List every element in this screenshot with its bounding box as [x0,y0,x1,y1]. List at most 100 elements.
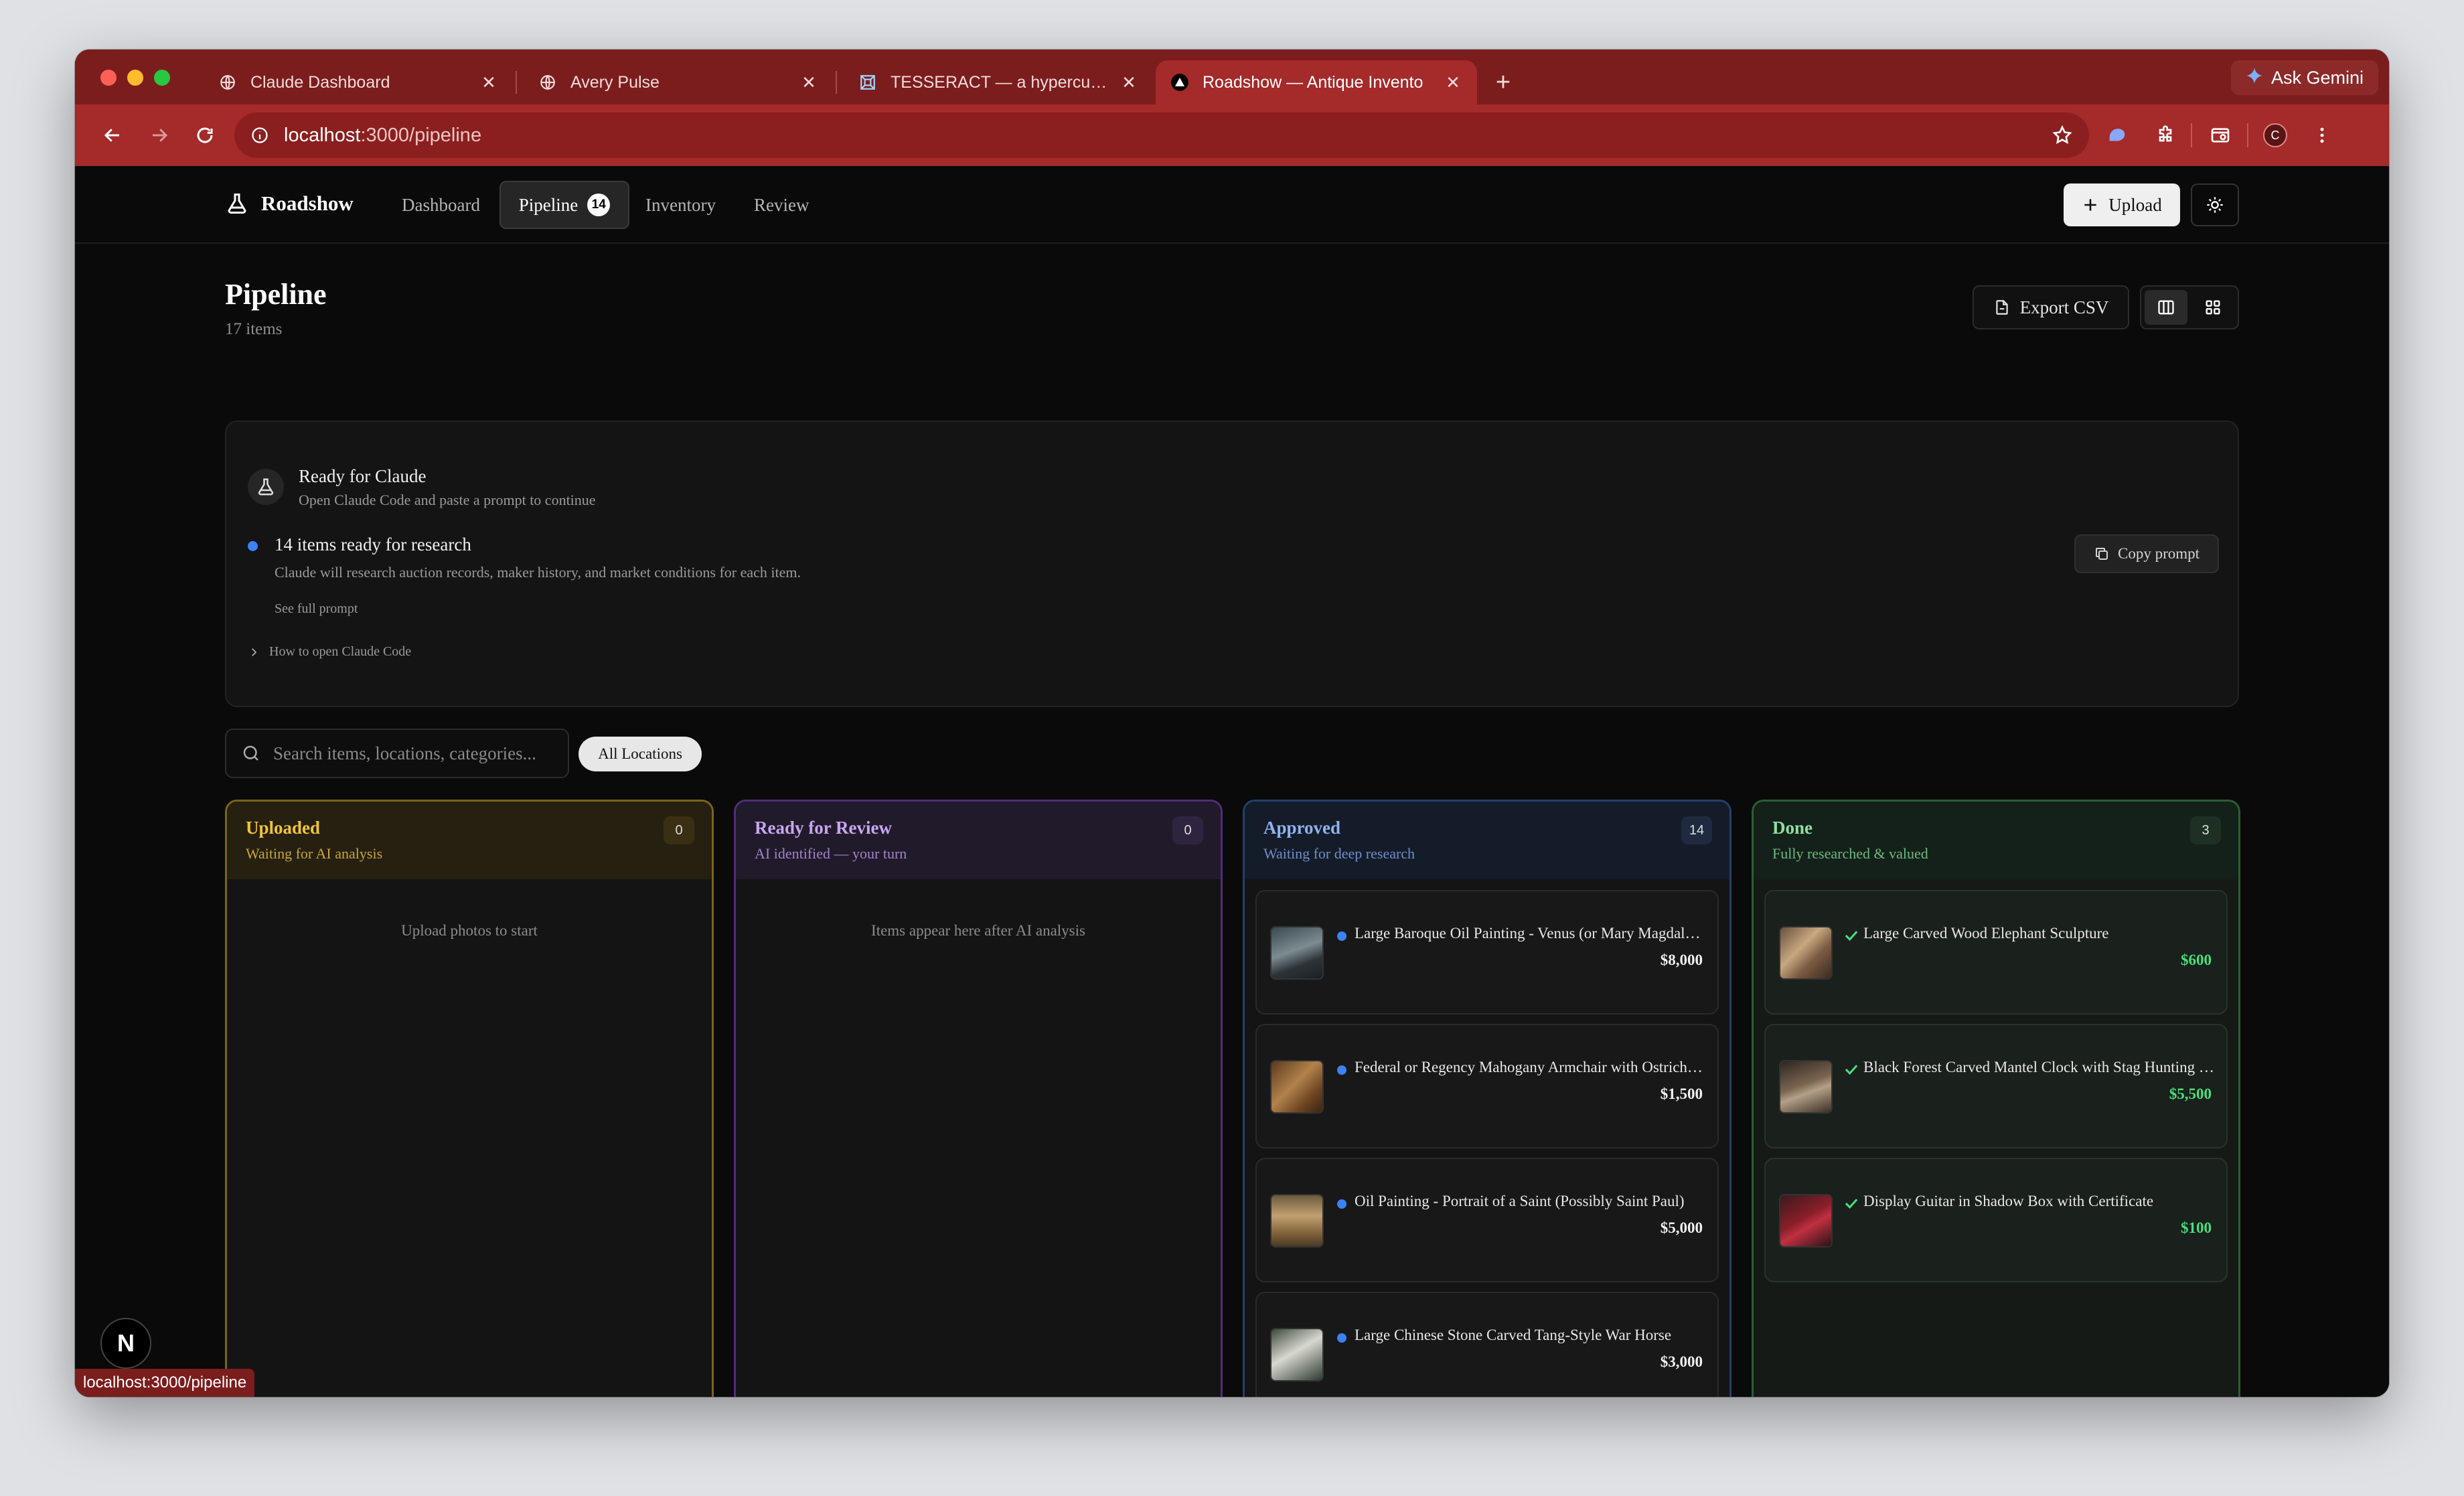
item-thumbnail [1779,926,1833,980]
claude-ready-card: Ready for Claude Open Claude Code and pa… [225,421,2239,707]
column-body: Upload photos to start [227,879,712,1397]
column-subtitle: Waiting for AI analysis [246,845,383,862]
check-icon [1845,1199,1858,1209]
copy-prompt-button[interactable]: Copy prompt [2074,534,2219,573]
browser-tab[interactable]: Claude Dashboard ✕ [204,60,513,104]
board-view-button[interactable] [2145,290,2187,325]
minimize-window-button[interactable] [127,70,143,86]
column-count: 3 [2190,816,2221,844]
check-icon [1845,1065,1858,1075]
export-csv-button[interactable]: Export CSV [1973,285,2129,329]
column-body: Large Baroque Oil Painting - Venus (or M… [1245,879,1729,1397]
hypercube-icon [858,73,877,92]
item-name: Federal or Regency Mahogany Armchair wit… [1355,1059,1705,1075]
globe-icon [218,73,237,92]
item-price: $600 [2181,952,2212,968]
browser-window: Claude Dashboard ✕ Avery Pulse ✕ TESSERA… [75,50,2389,1397]
reload-button[interactable] [187,118,222,153]
search-box [225,729,569,778]
item-price: $5,500 [2169,1086,2212,1102]
item-card[interactable]: Black Forest Carved Mantel Clock with St… [1764,1024,2228,1148]
columns-icon [2158,300,2174,315]
back-button[interactable] [95,118,130,153]
column-subtitle: Fully researched & valued [1772,845,1928,862]
nav-inventory[interactable]: Inventory [645,192,716,218]
brand-logo[interactable]: Roadshow [225,192,354,216]
ready-count-text: 14 items ready for research [275,534,471,554]
item-name: Large Chinese Stone Carved Tang-Style Wa… [1355,1327,1672,1343]
item-price: $3,000 [1660,1353,1703,1370]
browser-menu-button[interactable] [2305,118,2339,153]
browser-tab[interactable]: TESSERACT — a hypercube y ✕ [844,60,1153,104]
item-name: Large Baroque Oil Painting - Venus (or M… [1355,925,1705,942]
toolbar-divider [2191,123,2192,147]
column-done: Done Fully researched & valued 3 Large C… [1752,800,2240,1397]
column-title: Uploaded [246,818,321,838]
extension-button[interactable] [2100,118,2135,153]
item-thumbnail [1779,1060,1833,1114]
tab-search-icon [2211,128,2230,143]
close-tab-icon[interactable]: ✕ [479,72,498,92]
check-icon [1845,931,1858,942]
item-card[interactable]: Large Carved Wood Elephant Sculpture $60… [1764,890,2228,1015]
close-tab-icon[interactable]: ✕ [799,72,818,92]
bookmark-star-icon[interactable] [2052,125,2073,146]
browser-tab[interactable]: Avery Pulse ✕ [524,60,833,104]
location-filter-chip[interactable]: All Locations [579,737,702,771]
nav-dashboard[interactable]: Dashboard [402,192,480,218]
item-price: $8,000 [1660,952,1703,968]
forward-button[interactable] [142,118,177,153]
item-name: Oil Painting - Portrait of a Saint (Poss… [1355,1193,1685,1209]
column-approved: Approved Waiting for deep research 14 La… [1243,800,1731,1397]
column-body: Items appear here after AI analysis [736,879,1221,1397]
item-thumbnail [1270,1328,1324,1381]
item-card[interactable]: Large Baroque Oil Painting - Venus (or M… [1255,890,1719,1015]
tab-search-button[interactable] [2203,118,2238,153]
close-tab-icon[interactable]: ✕ [1444,72,1462,92]
item-thumbnail [1270,926,1324,980]
see-full-prompt-link[interactable]: See full prompt [275,601,358,617]
tab-divider [836,71,837,94]
item-card[interactable]: Federal or Regency Mahogany Armchair wit… [1255,1024,1719,1148]
file-icon [1995,300,2008,315]
item-card[interactable]: Display Guitar in Shadow Box with Certif… [1764,1158,2228,1282]
item-thumbnail [1779,1194,1833,1248]
column-body: Large Carved Wood Elephant Sculpture $60… [1754,879,2238,1397]
gemini-sparkle-icon [2246,67,2263,89]
column-title: Approved [1263,818,1341,838]
column-count: 14 [1681,816,1712,844]
item-thumbnail [1270,1194,1324,1248]
nav-review[interactable]: Review [754,192,809,218]
nav-pipeline[interactable]: Pipeline 14 [499,181,629,229]
app-navbar: Roadshow Dashboard Pipeline 14 Inventory… [75,166,2389,244]
item-card[interactable]: Oil Painting - Portrait of a Saint (Poss… [1255,1158,1719,1282]
how-to-open-toggle[interactable]: How to open Claude Code [248,644,411,660]
search-input[interactable] [273,743,554,764]
column-subtitle: AI identified — your turn [755,845,907,862]
upload-button[interactable]: Upload [2064,183,2180,226]
ask-gemini-button[interactable]: Ask Gemini [2230,60,2378,95]
extensions-button[interactable] [2148,118,2183,153]
tab-strip: Claude Dashboard ✕ Avery Pulse ✕ TESSERA… [75,50,2389,104]
new-tab-button[interactable]: + [1486,66,1520,99]
claude-card-title: Ready for Claude [299,466,427,486]
item-card[interactable]: Large Chinese Stone Carved Tang-Style Wa… [1255,1292,1719,1397]
maximize-window-button[interactable] [154,70,170,86]
address-bar[interactable]: localhost:3000/pipeline [234,113,2089,158]
nextjs-dev-badge[interactable]: N [100,1318,151,1369]
grid-view-button[interactable] [2191,290,2234,325]
view-toggle [2140,285,2239,329]
site-info-icon[interactable] [250,126,269,145]
close-window-button[interactable] [100,70,117,86]
flask-icon [248,469,284,505]
close-tab-icon[interactable]: ✕ [1120,72,1138,92]
column-title: Ready for Review [755,818,892,838]
item-thumbnail [1270,1060,1324,1114]
profile-button[interactable]: C [2258,118,2293,153]
toolbar-divider [2247,123,2248,147]
item-price: $5,000 [1660,1219,1703,1236]
empty-state: Upload photos to start [401,922,538,939]
theme-toggle-button[interactable] [2191,183,2239,226]
column-count: 0 [1172,816,1203,844]
browser-tab-active[interactable]: Roadshow — Antique Invento ✕ [1156,60,1477,104]
